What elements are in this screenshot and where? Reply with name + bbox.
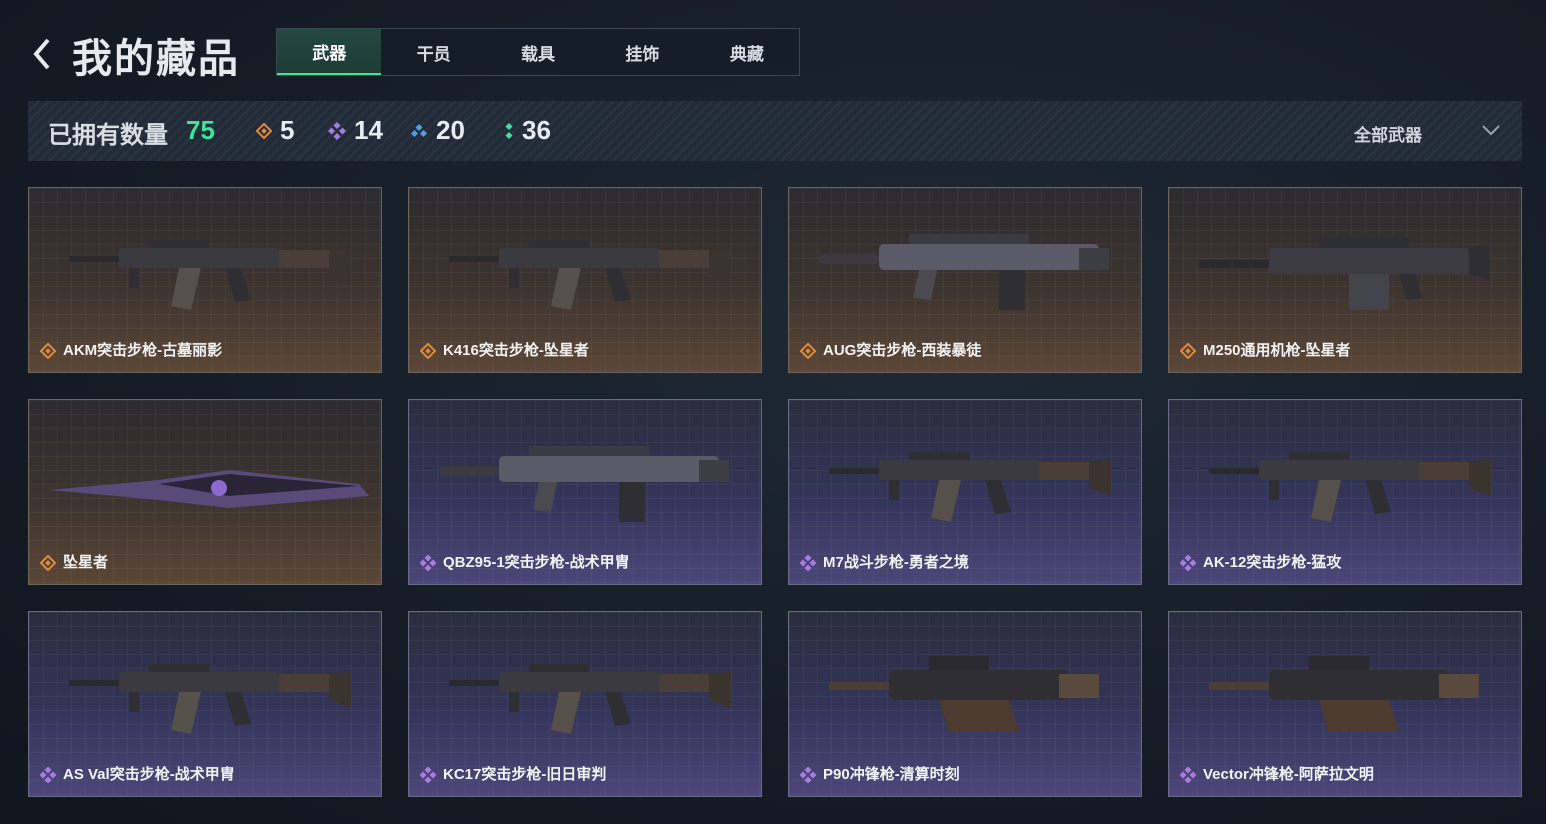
page-title: 我的藏品 bbox=[72, 37, 240, 81]
chevron-down-icon bbox=[1482, 125, 1500, 136]
purple-rarity-icon bbox=[40, 767, 56, 783]
collection-item-card[interactable]: AKM突击步枪-古墓丽影 bbox=[28, 187, 382, 373]
item-name: KC17突击步枪-旧日审判 bbox=[443, 766, 607, 783]
collection-item-card[interactable]: Vector冲锋枪-阿萨拉文明 bbox=[1168, 611, 1522, 797]
blue-diamond-icon bbox=[410, 123, 428, 137]
purple-rarity-icon bbox=[1180, 767, 1196, 783]
item-name: Vector冲锋枪-阿萨拉文明 bbox=[1203, 766, 1374, 783]
filter-dropdown-button[interactable] bbox=[1480, 119, 1502, 141]
purple-diamond-icon bbox=[328, 121, 346, 140]
rarity-count-blue: 20 bbox=[410, 115, 465, 146]
category-tabs: 武器 干员 载具 挂饰 典藏 bbox=[276, 28, 800, 76]
orange-rarity-icon bbox=[40, 555, 56, 571]
purple-rarity-icon bbox=[420, 767, 436, 783]
rarity-count-purple: 14 bbox=[328, 115, 383, 146]
orange-diamond-icon bbox=[256, 122, 272, 139]
rarity-count-value: 5 bbox=[280, 115, 295, 145]
purple-rarity-icon bbox=[800, 555, 816, 571]
weapon-image bbox=[829, 656, 1099, 732]
weapon-image bbox=[49, 470, 369, 508]
rarity-count-green: 36 bbox=[504, 115, 551, 146]
purple-rarity-icon bbox=[800, 767, 816, 783]
weapon-filter-select[interactable]: 全部武器 bbox=[1354, 121, 1422, 146]
collection-item-card[interactable]: M7战斗步枪-勇者之境 bbox=[788, 399, 1142, 585]
rarity-count-value: 36 bbox=[522, 115, 551, 145]
orange-rarity-icon bbox=[40, 343, 56, 359]
collection-item-card[interactable]: AS Val突击步枪-战术甲胄 bbox=[28, 611, 382, 797]
item-name: AKM突击步枪-古墓丽影 bbox=[63, 342, 223, 359]
rarity-count-value: 14 bbox=[354, 115, 383, 145]
weapon-image bbox=[1199, 238, 1489, 310]
owned-count-label: 已拥有数量 bbox=[48, 122, 168, 149]
item-name: QBZ95-1突击步枪-战术甲胄 bbox=[443, 554, 630, 571]
tab-vehicles[interactable]: 载具 bbox=[486, 29, 590, 75]
rarity-count-value: 20 bbox=[436, 115, 465, 145]
collection-item-card[interactable]: AK-12突击步枪-猛攻 bbox=[1168, 399, 1522, 585]
collection-item-card[interactable]: QBZ95-1突击步枪-战术甲胄 bbox=[408, 399, 762, 585]
weapon-image bbox=[69, 664, 351, 734]
purple-rarity-icon bbox=[1180, 555, 1196, 571]
item-name: M7战斗步枪-勇者之境 bbox=[823, 554, 969, 571]
collection-item-card[interactable]: M250通用机枪-坠星者 bbox=[1168, 187, 1522, 373]
collection-item-card[interactable]: AUG突击步枪-西装暴徒 bbox=[788, 187, 1142, 373]
item-name: M250通用机枪-坠星者 bbox=[1203, 342, 1351, 359]
owned-count-value: 75 bbox=[186, 115, 215, 145]
weapon-image bbox=[439, 446, 729, 522]
orange-rarity-icon bbox=[800, 343, 816, 359]
green-dots-icon bbox=[505, 122, 513, 139]
orange-rarity-icon bbox=[1180, 343, 1196, 359]
item-name: P90冲锋枪-清算时刻 bbox=[823, 766, 960, 783]
weapon-image bbox=[819, 234, 1109, 310]
tab-collection[interactable]: 典藏 bbox=[695, 29, 799, 75]
collection-item-card[interactable]: KC17突击步枪-旧日审判 bbox=[408, 611, 762, 797]
weapon-image bbox=[1209, 656, 1479, 732]
item-name: AS Val突击步枪-战术甲胄 bbox=[63, 766, 235, 783]
stats-bar: 已拥有数量 75 5 14 20 36 全部武器 bbox=[28, 101, 1522, 161]
weapon-image bbox=[449, 240, 731, 310]
orange-rarity-icon bbox=[420, 343, 436, 359]
collection-item-card[interactable]: P90冲锋枪-清算时刻 bbox=[788, 611, 1142, 797]
tab-weapons[interactable]: 武器 bbox=[277, 29, 382, 75]
tab-operators[interactable]: 干员 bbox=[381, 29, 485, 75]
weapon-image bbox=[829, 452, 1111, 522]
collection-item-card[interactable]: K416突击步枪-坠星者 bbox=[408, 187, 762, 373]
weapon-image bbox=[69, 240, 351, 310]
collection-item-card[interactable]: 坠星者 bbox=[28, 399, 382, 585]
purple-rarity-icon bbox=[420, 555, 436, 571]
weapon-image bbox=[1209, 452, 1491, 522]
item-name: 坠星者 bbox=[63, 554, 109, 571]
back-button[interactable] bbox=[30, 34, 56, 74]
item-name: AK-12突击步枪-猛攻 bbox=[1203, 554, 1342, 571]
rarity-count-orange: 5 bbox=[256, 115, 294, 146]
weapon-image bbox=[449, 664, 731, 734]
chevron-left-icon bbox=[33, 38, 50, 70]
tab-charms[interactable]: 挂饰 bbox=[590, 29, 694, 75]
item-name: K416突击步枪-坠星者 bbox=[443, 342, 589, 359]
item-name: AUG突击步枪-西装暴徒 bbox=[823, 342, 982, 359]
